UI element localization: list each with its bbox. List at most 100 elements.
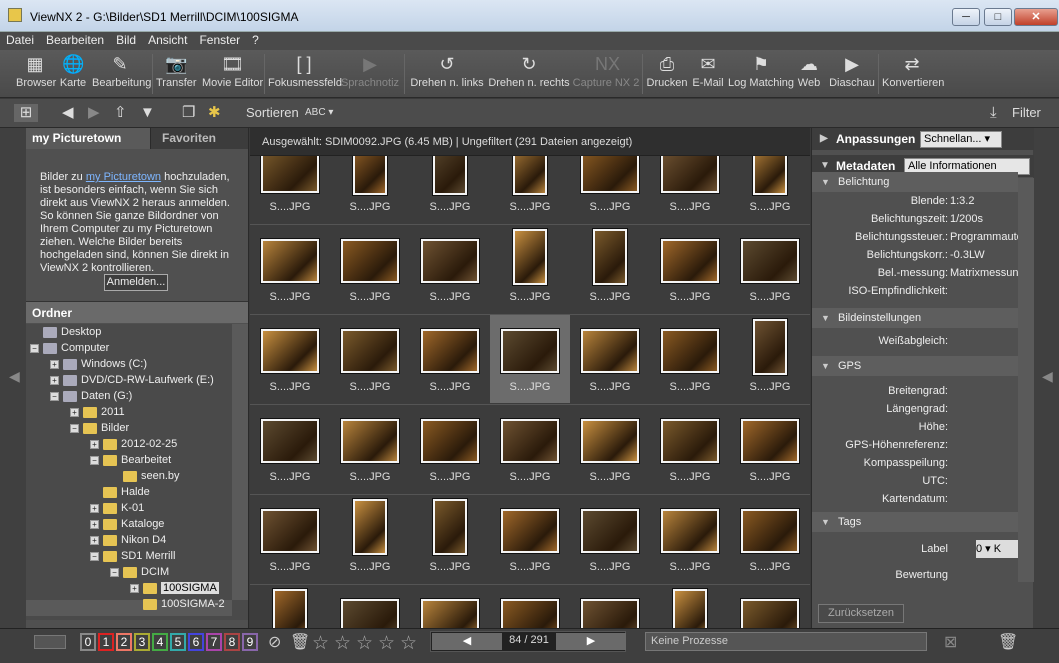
thumbnail-image[interactable] (353, 499, 387, 555)
toolbar-camera-button[interactable]: 📷 Transfer (156, 54, 197, 96)
color-label-5[interactable]: 5 (170, 633, 186, 651)
toolbar-printer-button[interactable]: ⎙ Drucken (646, 54, 688, 96)
star-icon[interactable]: ☆ (356, 632, 373, 655)
thumbnail-cell[interactable]: S....JPG (490, 495, 570, 583)
menu-bearbeiten[interactable]: Bearbeiten (40, 32, 110, 47)
label-select[interactable]: 0 ▾ K (976, 540, 1020, 558)
thumbnail-cell[interactable]: S....JPG (570, 585, 650, 628)
thumbnail-image[interactable] (433, 499, 467, 555)
thumbnail-cell[interactable]: S....JPG (730, 315, 810, 403)
section-tags[interactable]: ▼ Tags (812, 512, 1018, 532)
thumbnail-image[interactable] (513, 229, 547, 285)
toolbar-convert-button[interactable]: ⇄ Konvertieren (882, 54, 944, 96)
thumbnail-cell[interactable]: S....JPG (650, 225, 730, 313)
thumbnail-image[interactable] (581, 509, 639, 553)
download-icon[interactable]: ⤓ (990, 104, 997, 122)
left-collapse-strip[interactable]: ◀ (0, 128, 26, 628)
color-label-0[interactable]: 0 (80, 633, 96, 651)
thumbnail-image[interactable] (261, 419, 319, 463)
star-icon[interactable]: ☆ (334, 632, 351, 655)
thumbnail-image[interactable] (661, 156, 719, 193)
thumbnail-image[interactable] (341, 329, 399, 373)
thumbnail-cell[interactable]: S....JPG (650, 156, 730, 223)
star-icon[interactable]: ☆ (312, 632, 329, 655)
thumbnail-cell[interactable]: S....JPG (330, 156, 410, 223)
thumbnail-grid[interactable]: S....JPG S....JPG S....JPG S....JPG S....JPG… (250, 156, 810, 628)
section-gps[interactable]: ▼ GPS (812, 356, 1018, 376)
tree-item[interactable]: seen.by (110, 468, 180, 484)
thumbnail-image[interactable] (581, 599, 639, 628)
tree-expander-icon[interactable]: − (90, 455, 99, 465)
thumbnail-cell[interactable]: S....JPG (250, 585, 330, 628)
thumbnail-image[interactable] (501, 509, 559, 553)
thumbnail-image[interactable] (261, 239, 319, 283)
color-label-8[interactable]: 8 (224, 633, 240, 651)
thumbnail-image[interactable] (661, 239, 719, 283)
thumbnail-cell[interactable]: S....JPG (490, 315, 570, 403)
tree-expander-icon[interactable]: − (70, 423, 79, 433)
thumbnail-image[interactable] (593, 229, 627, 285)
thumbnail-cell[interactable]: S....JPG (490, 156, 570, 223)
section-bildeinstellungen[interactable]: ▼ Bildeinstellungen (812, 308, 1018, 328)
toolbar-mail-button[interactable]: ✉ E-Mail (690, 54, 726, 96)
collapse-left-icon[interactable]: ◀ (9, 368, 20, 385)
tree-vertical-scrollbar[interactable] (232, 324, 248, 600)
thumbnail-image[interactable] (341, 239, 399, 283)
tree-item[interactable]: + K-01 (90, 500, 144, 516)
thumbnail-image[interactable] (661, 419, 719, 463)
sort-label[interactable]: Sortieren (246, 104, 299, 122)
thumbnail-cell[interactable]: S....JPG (570, 315, 650, 403)
thumbnail-cell[interactable]: S....JPG (410, 495, 490, 583)
right-collapse-strip[interactable]: ◀ (1033, 128, 1059, 628)
thumbnail-cell[interactable]: S....JPG (250, 225, 330, 313)
thumbnail-image[interactable] (353, 156, 387, 195)
color-label-2[interactable]: 2 (116, 633, 132, 651)
toolbar-edit-button[interactable]: ✎ Bearbeitung (92, 54, 151, 96)
thumbnail-cell[interactable]: S....JPG (330, 225, 410, 313)
thumbnail-image[interactable] (753, 319, 787, 375)
process-select[interactable]: Keine Prozesse (645, 632, 927, 651)
thumbnail-cell[interactable]: S....JPG (410, 405, 490, 493)
menu-fenster[interactable]: Fenster (193, 32, 246, 47)
thumbnail-cell[interactable]: S....JPG (570, 495, 650, 583)
tree-expander-icon[interactable]: + (90, 439, 99, 449)
toolbar-focus-button[interactable]: [ ] Fokusmessfeld (268, 54, 342, 96)
tree-item[interactable]: − Daten (G:) (50, 388, 132, 404)
tree-item[interactable]: − Bearbeitet (90, 452, 171, 468)
thumbnail-cell[interactable]: S....JPG (650, 585, 730, 628)
color-label-4[interactable]: 4 (152, 633, 168, 651)
back-arrow-icon[interactable]: ◀ (62, 104, 74, 122)
thumbnail-cell[interactable]: S....JPG (250, 315, 330, 403)
tab-my-picturetown[interactable]: my Picturetown (26, 128, 151, 149)
thumbnail-image[interactable] (741, 419, 799, 463)
login-button[interactable]: Anmelden... (104, 274, 168, 291)
tree-expander-icon[interactable]: + (90, 519, 99, 529)
folder-tree[interactable]: Desktop − Computer + Windows (C:) + DVD/CD-RW-… (26, 324, 248, 620)
collapse-right-icon[interactable]: ◀ (1042, 368, 1053, 385)
tree-expander-icon[interactable]: + (90, 503, 99, 513)
tree-expander-icon[interactable]: + (70, 407, 79, 417)
adjustments-header[interactable]: ▶ Anpassungen Schnellan... ▾ (812, 128, 1034, 150)
adjustments-select[interactable]: Schnellan... ▾ (920, 131, 1002, 148)
thumbnail-image[interactable] (581, 329, 639, 373)
tree-item[interactable]: + Windows (C:) (50, 356, 147, 372)
thumbnail-cell[interactable]: S....JPG (490, 225, 570, 313)
view-toggle[interactable] (34, 635, 66, 649)
close-button[interactable]: ✕ (1014, 8, 1058, 26)
tree-expander-icon[interactable]: − (90, 551, 99, 561)
toolbar-rotate-right-button[interactable]: ↻ Drehen n. rechts (488, 54, 570, 96)
thumbnail-image[interactable] (261, 156, 319, 193)
thumbnail-cell[interactable]: S....JPG (490, 585, 570, 628)
thumbnail-cell[interactable]: S....JPG (650, 315, 730, 403)
thumbnail-cell[interactable]: S....JPG (330, 495, 410, 583)
tree-item[interactable]: + DVD/CD-RW-Laufwerk (E:) (50, 372, 214, 388)
thumbnail-cell[interactable]: S....JPG (410, 315, 490, 403)
bookmark-folder-icon[interactable]: ▼ (140, 104, 155, 122)
thumbnail-image[interactable] (433, 156, 467, 195)
thumbnail-image[interactable] (341, 599, 399, 628)
tree-item[interactable]: Desktop (30, 324, 101, 340)
tree-expander-icon[interactable]: + (50, 375, 59, 385)
thumbnail-cell[interactable]: S....JPG (730, 495, 810, 583)
thumbnail-cell[interactable]: S....JPG (570, 405, 650, 493)
tree-item[interactable]: − DCIM (110, 564, 169, 580)
